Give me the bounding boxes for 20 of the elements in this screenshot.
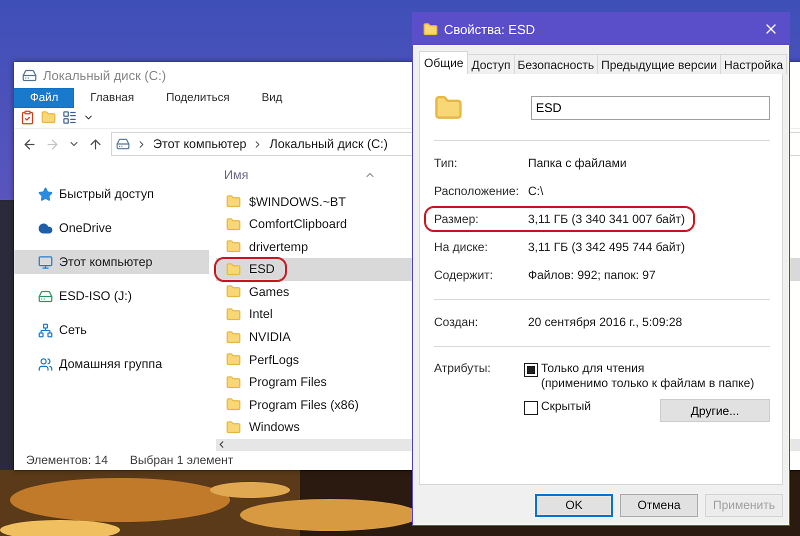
highlight-ring: ESD	[214, 256, 287, 282]
dialog-title: Свойства: ESD	[444, 22, 536, 36]
property-value: 3,11 ГБ (3 340 341 007 байт)	[528, 212, 686, 226]
window-title: Локальный диск (C:)	[43, 68, 166, 83]
property-value: Папка с файлами	[528, 156, 627, 170]
property-value: Файлов: 992; папок: 97	[528, 268, 656, 282]
property-value: 20 сентября 2016 г., 5:09:28	[528, 315, 682, 329]
checkbox-label: Скрытый	[540, 399, 591, 414]
status-text: Элементов: 14	[26, 453, 108, 468]
property-value: C:\	[528, 184, 544, 198]
property-label: Содержит:	[434, 268, 494, 282]
property-label: Атрибуты:	[434, 361, 492, 377]
property-label: Создан:	[434, 315, 480, 329]
property-label: Расположение:	[434, 184, 520, 198]
property-label: Тип:	[434, 156, 458, 170]
property-label: На диске:	[434, 240, 489, 254]
status-text: Выбран 1 элемент	[130, 453, 234, 468]
property-value: 3,11 ГБ (3 342 495 744 байт)	[528, 240, 686, 254]
property-label: Размер:	[434, 212, 480, 226]
checkbox-label: Только для чтения (применимо только к файлам в папке)	[540, 361, 754, 391]
